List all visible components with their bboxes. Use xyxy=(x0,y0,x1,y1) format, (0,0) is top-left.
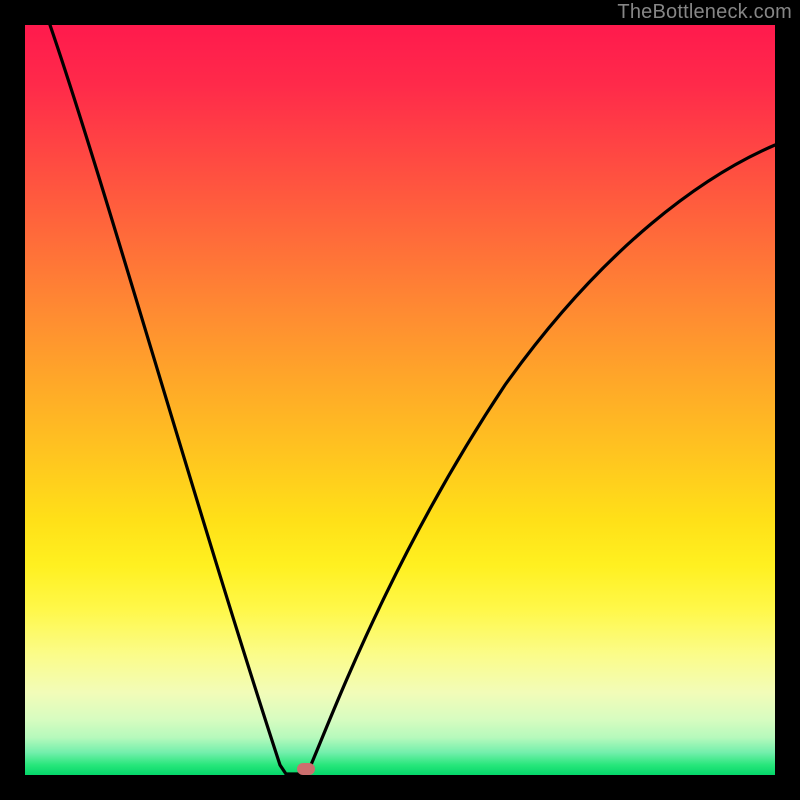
watermark-text: TheBottleneck.com xyxy=(617,1,792,24)
bottleneck-curve xyxy=(25,25,775,775)
chart-frame: TheBottleneck.com xyxy=(0,0,800,800)
optimal-point-marker xyxy=(297,763,315,775)
curve-path xyxy=(50,25,775,774)
plot-area xyxy=(25,25,775,775)
